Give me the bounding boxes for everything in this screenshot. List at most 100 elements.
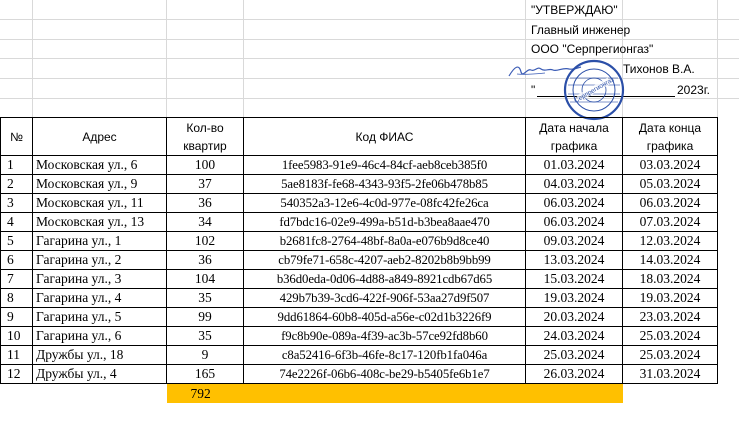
cell-start-date[interactable]: 24.03.2024 <box>525 326 623 346</box>
cell-fias[interactable]: 9dd61864-60b8-405d-a56e-c02d1b3226f9 <box>243 307 526 327</box>
total-count-cell[interactable]: 792 <box>166 383 244 403</box>
highlighted-cell[interactable] <box>243 383 526 403</box>
cell-fias[interactable]: 5ae8183f-fe68-4343-93f5-2fe06b478b85 <box>243 174 526 194</box>
cell-count[interactable]: 9 <box>166 345 244 365</box>
cell-start-date[interactable]: 09.03.2024 <box>525 231 623 251</box>
cell-end-date[interactable]: 25.03.2024 <box>622 326 718 346</box>
header-end-line1: Дата конца <box>638 120 702 135</box>
cell-start-date[interactable]: 19.03.2024 <box>525 288 623 308</box>
cell-end-date[interactable]: 14.03.2024 <box>622 250 718 270</box>
cell-num[interactable]: 6 <box>0 250 33 270</box>
cell-address[interactable]: Московская ул., 11 <box>32 193 167 213</box>
cell-address[interactable]: Московская ул., 13 <box>32 212 167 232</box>
approval-date-prefix: " <box>531 83 536 97</box>
cell-address[interactable]: Московская ул., 9 <box>32 174 167 194</box>
cell-count[interactable]: 35 <box>166 288 244 308</box>
cell-start-date[interactable]: 01.03.2024 <box>525 155 623 175</box>
approval-name: Тихонов В.А. <box>623 62 695 76</box>
cell-num[interactable]: 11 <box>0 345 33 365</box>
cell-count[interactable]: 165 <box>166 364 244 384</box>
cell-num[interactable]: 10 <box>0 326 33 346</box>
cell-count[interactable]: 35 <box>166 326 244 346</box>
cell-start-date[interactable]: 25.03.2024 <box>525 345 623 365</box>
table-row[interactable]: 11 Дружбы ул., 18 9 c8a52416-6f3b-46fe-8… <box>0 345 718 365</box>
cell-fias[interactable]: b36d0eda-0d06-4d88-a849-8921cdb67d65 <box>243 269 526 289</box>
cell-end-date[interactable]: 05.03.2024 <box>622 174 718 194</box>
cell-end-date[interactable]: 03.03.2024 <box>622 155 718 175</box>
cell-address[interactable]: Гагарина ул., 4 <box>32 288 167 308</box>
cell-address[interactable]: Дружбы ул., 18 <box>32 345 167 365</box>
header-end-line2: графика <box>646 138 694 153</box>
cell-num[interactable]: 1 <box>0 155 33 175</box>
table-row[interactable]: 3 Московская ул., 11 36 540352a3-12e6-4c… <box>0 193 718 213</box>
cell-count[interactable]: 36 <box>166 250 244 270</box>
cell-address[interactable]: Гагарина ул., 1 <box>32 231 167 251</box>
cell-address[interactable]: Московская ул., 6 <box>32 155 167 175</box>
cell-address[interactable]: Дружбы ул., 4 <box>32 364 167 384</box>
cell-end-date[interactable]: 07.03.2024 <box>622 212 718 232</box>
gridline <box>0 19 739 20</box>
cell-num[interactable]: 3 <box>0 193 33 213</box>
table-row[interactable]: 9 Гагарина ул., 5 99 9dd61864-60b8-405d-… <box>0 307 718 327</box>
cell-end-date[interactable]: 23.03.2024 <box>622 307 718 327</box>
table-header-row: № Адрес Кол-во квартир Код ФИАС Дата нача… <box>0 117 718 156</box>
cell-end-date[interactable]: 18.03.2024 <box>622 269 718 289</box>
table-row[interactable]: 5 Гагарина ул., 1 102 b2681fc8-2764-48bf… <box>0 231 718 251</box>
cell-start-date[interactable]: 26.03.2024 <box>525 364 623 384</box>
cell-address[interactable]: Гагарина ул., 5 <box>32 307 167 327</box>
cell-count[interactable]: 34 <box>166 212 244 232</box>
cell-num[interactable]: 5 <box>0 231 33 251</box>
highlighted-cell[interactable] <box>525 383 623 403</box>
empty-cell[interactable] <box>1 384 33 404</box>
cell-count[interactable]: 102 <box>166 231 244 251</box>
table-row[interactable]: 4 Московская ул., 13 34 fd7bdc16-02e9-49… <box>0 212 718 232</box>
cell-start-date[interactable]: 15.03.2024 <box>525 269 623 289</box>
cell-count[interactable]: 99 <box>166 307 244 327</box>
table-row[interactable]: 10 Гагарина ул., 6 35 f9c8b90e-089a-4f39… <box>0 326 718 346</box>
approval-company: ООО "Серпрегионгаз" <box>531 42 654 56</box>
cell-fias[interactable]: 429b7b39-3cd6-422f-906f-53aa27d9f507 <box>243 288 526 308</box>
table-row[interactable]: 7 Гагарина ул., 3 104 b36d0eda-0d06-4d88… <box>0 269 718 289</box>
cell-start-date[interactable]: 04.03.2024 <box>525 174 623 194</box>
cell-fias[interactable]: fd7bdc16-02e9-499a-b51d-b3bea8aae470 <box>243 212 526 232</box>
cell-end-date[interactable]: 12.03.2024 <box>622 231 718 251</box>
table-row[interactable]: 8 Гагарина ул., 4 35 429b7b39-3cd6-422f-… <box>0 288 718 308</box>
cell-end-date[interactable]: 06.03.2024 <box>622 193 718 213</box>
cell-fias[interactable]: f9c8b90e-089a-4f39-ac3b-57ce92fd8b60 <box>243 326 526 346</box>
cell-fias[interactable]: 540352a3-12e6-4c0d-977e-08fc42fe26ca <box>243 193 526 213</box>
cell-num[interactable]: 4 <box>0 212 33 232</box>
cell-count[interactable]: 100 <box>166 155 244 175</box>
spreadsheet[interactable]: "УТВЕРЖДАЮ" Главный инженер ООО "Серпрег… <box>0 0 739 432</box>
table-row[interactable]: 2 Московская ул., 9 37 5ae8183f-fe68-434… <box>0 174 718 194</box>
cell-fias[interactable]: cb79fe71-658c-4207-aeb2-8202b8b9bb99 <box>243 250 526 270</box>
svg-text:Серпрегионгаз: Серпрегионгаз <box>573 76 615 104</box>
empty-cell[interactable] <box>623 384 718 404</box>
cell-fias[interactable]: 74e2226f-06b6-408c-be29-b5405fe6b1e7 <box>243 364 526 384</box>
cell-fias[interactable]: b2681fc8-2764-48bf-8a0a-e076b9d8ce40 <box>243 231 526 251</box>
cell-num[interactable]: 8 <box>0 288 33 308</box>
cell-start-date[interactable]: 06.03.2024 <box>525 193 623 213</box>
cell-address[interactable]: Гагарина ул., 6 <box>32 326 167 346</box>
cell-end-date[interactable]: 31.03.2024 <box>622 364 718 384</box>
cell-num[interactable]: 12 <box>0 364 33 384</box>
cell-num[interactable]: 9 <box>0 307 33 327</box>
table-row[interactable]: 12 Дружбы ул., 4 165 74e2226f-06b6-408c-… <box>0 364 718 384</box>
cell-fias[interactable]: c8a52416-6f3b-46fe-8c17-120fb1fa046a <box>243 345 526 365</box>
schedule-table: № Адрес Кол-во квартир Код ФИАС Дата нача… <box>0 117 718 403</box>
empty-cell[interactable] <box>33 384 167 404</box>
cell-num[interactable]: 7 <box>0 269 33 289</box>
cell-count[interactable]: 104 <box>166 269 244 289</box>
table-row[interactable]: 6 Гагарина ул., 2 36 cb79fe71-658c-4207-… <box>0 250 718 270</box>
cell-start-date[interactable]: 06.03.2024 <box>525 212 623 232</box>
cell-address[interactable]: Гагарина ул., 3 <box>32 269 167 289</box>
cell-count[interactable]: 36 <box>166 193 244 213</box>
table-row[interactable]: 1 Московская ул., 6 100 1fee5983-91e9-46… <box>0 155 718 175</box>
cell-start-date[interactable]: 20.03.2024 <box>525 307 623 327</box>
cell-fias[interactable]: 1fee5983-91e9-46c4-84cf-aeb8ceb385f0 <box>243 155 526 175</box>
cell-num[interactable]: 2 <box>0 174 33 194</box>
cell-address[interactable]: Гагарина ул., 2 <box>32 250 167 270</box>
cell-end-date[interactable]: 19.03.2024 <box>622 288 718 308</box>
cell-start-date[interactable]: 13.03.2024 <box>525 250 623 270</box>
cell-end-date[interactable]: 25.03.2024 <box>622 345 718 365</box>
cell-count[interactable]: 37 <box>166 174 244 194</box>
